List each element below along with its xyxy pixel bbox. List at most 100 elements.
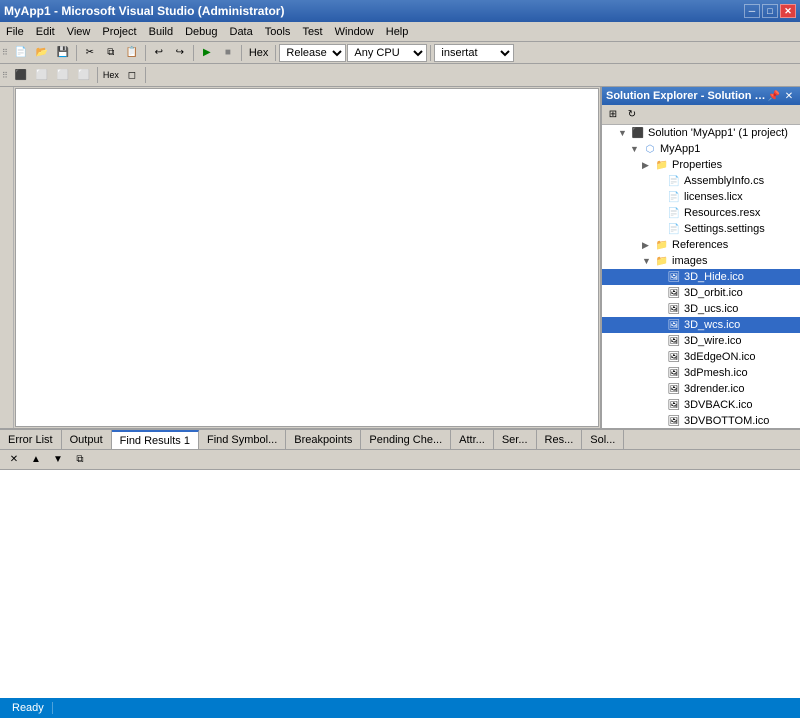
bt-prev[interactable]: ▲ (26, 451, 46, 469)
tab-find-results[interactable]: Find Results 1 (112, 430, 199, 449)
tb-bkpt[interactable]: ⬛ (11, 66, 31, 84)
expand-project[interactable]: ▼ (630, 144, 642, 154)
tb-hex[interactable]: Hex (101, 66, 121, 84)
solution-explorer-header-buttons: 📌 ✕ (767, 89, 796, 103)
menu-project[interactable]: Project (96, 24, 142, 40)
maximize-button[interactable]: □ (762, 4, 778, 18)
tb-sep-4 (241, 45, 242, 61)
menu-view[interactable]: View (61, 24, 97, 40)
menu-data[interactable]: Data (224, 24, 259, 40)
tb-copy[interactable]: ⧉ (101, 44, 121, 62)
bt-next[interactable]: ▼ (48, 451, 68, 469)
tb-stop[interactable]: ■ (218, 44, 238, 62)
tree-file-8[interactable]: 🖼 3DVBACK.ico (602, 397, 800, 413)
tb-cut[interactable]: ✂ (80, 44, 100, 62)
expand-images[interactable]: ▼ (642, 256, 654, 266)
tree-project[interactable]: ▼ ⬡ MyApp1 (602, 141, 800, 157)
tab-res-label: Res... (545, 434, 574, 446)
file-icon-5: 🖼 (666, 350, 682, 364)
sol-close-button[interactable]: ✕ (782, 89, 796, 103)
menu-debug[interactable]: Debug (179, 24, 223, 40)
tree-file-2[interactable]: 🖼 3D_ucs.ico (602, 301, 800, 317)
sol-tb-props[interactable]: ⊞ (604, 107, 622, 123)
file-icon-2: 🖼 (666, 302, 682, 316)
platform-dropdown[interactable]: Any CPU (347, 44, 427, 62)
licenses-icon: 📄 (666, 190, 682, 204)
tree-resources[interactable]: 📄 Resources.resx (602, 205, 800, 221)
target-dropdown[interactable]: insertat (434, 44, 514, 62)
tab-pending[interactable]: Pending Che... (361, 430, 451, 449)
status-bar: Ready (0, 698, 800, 718)
expand-solution[interactable]: ▼ (618, 128, 630, 138)
tab-find-symbol-label: Find Symbol... (207, 434, 277, 446)
tb-paste[interactable]: 📋 (122, 44, 142, 62)
expand-props[interactable]: ▶ (642, 160, 654, 171)
tree-file-4[interactable]: 🖼 3D_wire.ico (602, 333, 800, 349)
tab-attr[interactable]: Attr... (451, 430, 494, 449)
tb-open[interactable]: 📂 (32, 44, 52, 62)
settings-icon: 📄 (666, 222, 682, 236)
tree-settings[interactable]: 📄 Settings.settings (602, 221, 800, 237)
minimize-button[interactable]: ─ (744, 4, 760, 18)
tree-images-folder[interactable]: ▼ 📁 images (602, 253, 800, 269)
tree-file-9[interactable]: 🖼 3DVBOTTOM.ico (602, 413, 800, 428)
tab-sol[interactable]: Sol... (582, 430, 624, 449)
left-gutter (0, 87, 14, 428)
menu-tools[interactable]: Tools (259, 24, 297, 40)
tab-res[interactable]: Res... (537, 430, 583, 449)
tree-solution-root[interactable]: ▼ ⬛ Solution 'MyApp1' (1 project) (602, 125, 800, 141)
tb-sep-2 (145, 45, 146, 61)
menu-help[interactable]: Help (380, 24, 415, 40)
vs-window: MyApp1 - Microsoft Visual Studio (Admini… (0, 0, 800, 718)
menu-edit[interactable]: Edit (30, 24, 61, 40)
tab-find-symbol[interactable]: Find Symbol... (199, 430, 286, 449)
solution-explorer-tree[interactable]: ▼ ⬛ Solution 'MyApp1' (1 project) ▼ ⬡ My… (602, 125, 800, 428)
tb-mem[interactable]: ◻ (122, 66, 142, 84)
config-dropdown[interactable]: Release (279, 44, 346, 62)
tree-file-3[interactable]: 🖼 3D_wcs.ico (602, 317, 800, 333)
bt-copy[interactable]: ⧉ (70, 451, 90, 469)
tb-save[interactable]: 💾 (53, 44, 73, 62)
tb-new[interactable]: 📄 (11, 44, 31, 62)
title-bar-buttons: ─ □ ✕ (744, 4, 796, 18)
toolbar-grip-2: ⠿ (2, 71, 8, 80)
project-icon: ⬡ (642, 142, 658, 156)
menu-build[interactable]: Build (143, 24, 179, 40)
menu-file[interactable]: File (0, 24, 30, 40)
tab-output[interactable]: Output (62, 430, 112, 449)
tree-file-1[interactable]: 🖼 3D_orbit.ico (602, 285, 800, 301)
tab-ser[interactable]: Ser... (494, 430, 537, 449)
tree-references-folder[interactable]: ▶ 📁 References (602, 237, 800, 253)
tree-file-0[interactable]: 🖼 3D_Hide.ico (602, 269, 800, 285)
tree-assemblyinfo[interactable]: 📄 AssemblyInfo.cs (602, 173, 800, 189)
tb-stepinto[interactable]: ⬜ (53, 66, 73, 84)
tb-stepout[interactable]: ⬜ (74, 66, 94, 84)
tree-properties-folder[interactable]: ▶ 📁 Properties (602, 157, 800, 173)
sol-tb-refresh[interactable]: ↻ (623, 107, 641, 123)
editor-area[interactable] (15, 88, 599, 427)
file-icon-7: 🖼 (666, 382, 682, 396)
tab-error-list[interactable]: Error List (0, 430, 62, 449)
sol-pin-button[interactable]: 📌 (767, 89, 781, 103)
menu-window[interactable]: Window (329, 24, 380, 40)
close-button[interactable]: ✕ (780, 4, 796, 18)
bottom-area: Error List Output Find Results 1 Find Sy… (0, 428, 800, 698)
tb-redo[interactable]: ↪ (170, 44, 190, 62)
images-folder-icon: 📁 (654, 254, 670, 268)
tb-stepover[interactable]: ⬜ (32, 66, 52, 84)
toolbar-row-1: ⠿ 📄 📂 💾 ✂ ⧉ 📋 ↩ ↪ ▶ ■ Hex Release Any CP… (0, 42, 800, 64)
expand-references[interactable]: ▶ (642, 240, 654, 251)
tb-undo[interactable]: ↩ (149, 44, 169, 62)
tree-licenses[interactable]: 📄 licenses.licx (602, 189, 800, 205)
images-folder-label: images (672, 255, 707, 267)
find-results-content (0, 470, 800, 698)
bt-clear[interactable]: ✕ (4, 451, 24, 469)
right-side: Solution Explorer - Solution '...' × 📌 ✕… (600, 87, 800, 428)
menu-test[interactable]: Test (296, 24, 328, 40)
licenses-label: licenses.licx (684, 191, 743, 203)
tree-file-5[interactable]: 🖼 3dEdgeON.ico (602, 349, 800, 365)
tree-file-6[interactable]: 🖼 3dPmesh.ico (602, 365, 800, 381)
tb-start[interactable]: ▶ (197, 44, 217, 62)
tree-file-7[interactable]: 🖼 3drender.ico (602, 381, 800, 397)
tab-breakpoints[interactable]: Breakpoints (286, 430, 361, 449)
